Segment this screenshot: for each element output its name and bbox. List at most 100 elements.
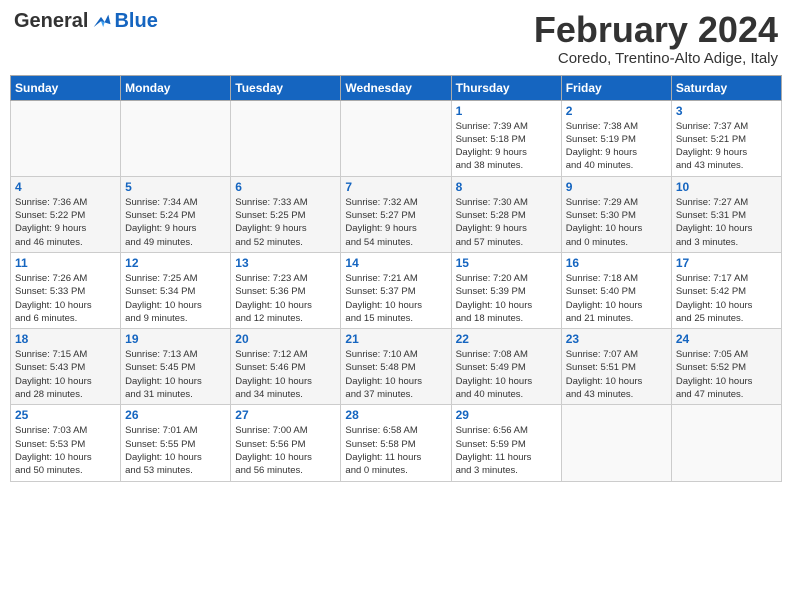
calendar-day-cell: 1 Sunrise: 7:39 AM Sunset: 5:18 PM Daylig… — [451, 100, 561, 176]
calendar-day-cell: 13 Sunrise: 7:23 AM Sunset: 5:36 PM Dayli… — [231, 252, 341, 328]
day-number: 10 — [676, 180, 777, 194]
day-info: Sunrise: 7:12 AM Sunset: 5:46 PM Dayligh… — [235, 348, 336, 401]
calendar-day-cell: 3Sunrise: 7:37 AM Sunset: 5:21 PM Daylig… — [671, 100, 781, 176]
calendar-day-cell: 25 Sunrise: 7:03 AM Sunset: 5:53 PM Dayli… — [11, 405, 121, 481]
day-number: 11 — [15, 256, 116, 270]
day-number: 14 — [345, 256, 446, 270]
day-number: 6 — [235, 180, 336, 194]
calendar-table: SundayMondayTuesdayWednesdayThursdayFrid… — [10, 75, 782, 482]
day-number: 18 — [15, 332, 116, 346]
day-info: Sunrise: 7:00 AM Sunset: 5:56 PM Dayligh… — [235, 424, 336, 477]
calendar-day-cell: 5Sunrise: 7:34 AM Sunset: 5:24 PM Daylig… — [121, 176, 231, 252]
calendar-week-row: 1 Sunrise: 7:39 AM Sunset: 5:18 PM Daylig… — [11, 100, 782, 176]
calendar-day-cell: 17 Sunrise: 7:17 AM Sunset: 5:42 PM Dayli… — [671, 252, 781, 328]
day-info: Sunrise: 7:26 AM Sunset: 5:33 PM Dayligh… — [15, 272, 116, 325]
calendar-day-cell: 23 Sunrise: 7:07 AM Sunset: 5:51 PM Dayli… — [561, 329, 671, 405]
calendar-day-cell: 28Sunrise: 6:58 AM Sunset: 5:58 PM Dayli… — [341, 405, 451, 481]
day-number: 1 — [456, 104, 557, 118]
calendar-header-row: SundayMondayTuesdayWednesdayThursdayFrid… — [11, 75, 782, 100]
weekday-header: Thursday — [451, 75, 561, 100]
calendar-day-cell: 6 Sunrise: 7:33 AM Sunset: 5:25 PM Daylig… — [231, 176, 341, 252]
calendar-day-cell: 18 Sunrise: 7:15 AM Sunset: 5:43 PM Dayli… — [11, 329, 121, 405]
weekday-header: Wednesday — [341, 75, 451, 100]
calendar-day-cell: 12 Sunrise: 7:25 AM Sunset: 5:34 PM Dayli… — [121, 252, 231, 328]
calendar-day-cell: 11 Sunrise: 7:26 AM Sunset: 5:33 PM Dayli… — [11, 252, 121, 328]
weekday-header: Tuesday — [231, 75, 341, 100]
day-info: Sunrise: 7:33 AM Sunset: 5:25 PM Dayligh… — [235, 196, 336, 249]
day-info: Sunrise: 7:17 AM Sunset: 5:42 PM Dayligh… — [676, 272, 777, 325]
day-info: Sunrise: 7:27 AM Sunset: 5:31 PM Dayligh… — [676, 196, 777, 249]
day-number: 17 — [676, 256, 777, 270]
calendar-day-cell: 7Sunrise: 7:32 AM Sunset: 5:27 PM Daylig… — [341, 176, 451, 252]
day-number: 2 — [566, 104, 667, 118]
day-number: 22 — [456, 332, 557, 346]
day-number: 16 — [566, 256, 667, 270]
calendar-week-row: 25 Sunrise: 7:03 AM Sunset: 5:53 PM Dayli… — [11, 405, 782, 481]
day-number: 8 — [456, 180, 557, 194]
day-info: Sunrise: 7:18 AM Sunset: 5:40 PM Dayligh… — [566, 272, 667, 325]
day-info: Sunrise: 7:32 AM Sunset: 5:27 PM Dayligh… — [345, 196, 446, 249]
calendar-day-cell — [121, 100, 231, 176]
calendar-day-cell — [231, 100, 341, 176]
day-info: Sunrise: 7:38 AM Sunset: 5:19 PM Dayligh… — [566, 120, 667, 173]
day-number: 29 — [456, 408, 557, 422]
logo: General Blue — [14, 10, 158, 33]
calendar-day-cell: 2 Sunrise: 7:38 AM Sunset: 5:19 PM Daylig… — [561, 100, 671, 176]
calendar-week-row: 4 Sunrise: 7:36 AM Sunset: 5:22 PM Daylig… — [11, 176, 782, 252]
day-info: Sunrise: 7:03 AM Sunset: 5:53 PM Dayligh… — [15, 424, 116, 477]
calendar-day-cell: 8Sunrise: 7:30 AM Sunset: 5:28 PM Daylig… — [451, 176, 561, 252]
calendar-day-cell: 26 Sunrise: 7:01 AM Sunset: 5:55 PM Dayli… — [121, 405, 231, 481]
calendar-week-row: 18 Sunrise: 7:15 AM Sunset: 5:43 PM Dayli… — [11, 329, 782, 405]
weekday-header: Saturday — [671, 75, 781, 100]
day-info: Sunrise: 7:36 AM Sunset: 5:22 PM Dayligh… — [15, 196, 116, 249]
day-info: Sunrise: 7:13 AM Sunset: 5:45 PM Dayligh… — [125, 348, 226, 401]
calendar-day-cell — [561, 405, 671, 481]
calendar-day-cell: 4 Sunrise: 7:36 AM Sunset: 5:22 PM Daylig… — [11, 176, 121, 252]
page-location: Coredo, Trentino-Alto Adige, Italy — [534, 50, 778, 67]
day-info: Sunrise: 7:23 AM Sunset: 5:36 PM Dayligh… — [235, 272, 336, 325]
day-number: 19 — [125, 332, 226, 346]
logo-bird-icon — [90, 11, 112, 33]
page-title: February 2024 — [534, 10, 778, 50]
day-number: 13 — [235, 256, 336, 270]
title-block: February 2024 Coredo, Trentino-Alto Adig… — [534, 10, 778, 67]
day-number: 21 — [345, 332, 446, 346]
day-number: 5 — [125, 180, 226, 194]
day-number: 9 — [566, 180, 667, 194]
calendar-day-cell — [671, 405, 781, 481]
day-number: 24 — [676, 332, 777, 346]
day-number: 15 — [456, 256, 557, 270]
day-info: Sunrise: 7:07 AM Sunset: 5:51 PM Dayligh… — [566, 348, 667, 401]
day-number: 26 — [125, 408, 226, 422]
day-info: Sunrise: 7:39 AM Sunset: 5:18 PM Dayligh… — [456, 120, 557, 173]
calendar-day-cell: 27 Sunrise: 7:00 AM Sunset: 5:56 PM Dayli… — [231, 405, 341, 481]
calendar-day-cell: 14Sunrise: 7:21 AM Sunset: 5:37 PM Dayli… — [341, 252, 451, 328]
calendar-day-cell: 9Sunrise: 7:29 AM Sunset: 5:30 PM Daylig… — [561, 176, 671, 252]
logo-general: General — [14, 10, 88, 33]
weekday-header: Friday — [561, 75, 671, 100]
day-number: 27 — [235, 408, 336, 422]
day-number: 4 — [15, 180, 116, 194]
day-number: 20 — [235, 332, 336, 346]
day-number: 28 — [345, 408, 446, 422]
logo-blue: Blue — [114, 10, 157, 32]
calendar-day-cell: 20 Sunrise: 7:12 AM Sunset: 5:46 PM Dayli… — [231, 329, 341, 405]
calendar-day-cell: 10 Sunrise: 7:27 AM Sunset: 5:31 PM Dayli… — [671, 176, 781, 252]
calendar-day-cell: 22Sunrise: 7:08 AM Sunset: 5:49 PM Dayli… — [451, 329, 561, 405]
day-info: Sunrise: 7:15 AM Sunset: 5:43 PM Dayligh… — [15, 348, 116, 401]
day-info: Sunrise: 7:01 AM Sunset: 5:55 PM Dayligh… — [125, 424, 226, 477]
day-info: Sunrise: 7:05 AM Sunset: 5:52 PM Dayligh… — [676, 348, 777, 401]
weekday-header: Monday — [121, 75, 231, 100]
calendar-day-cell: 15Sunrise: 7:20 AM Sunset: 5:39 PM Dayli… — [451, 252, 561, 328]
day-info: Sunrise: 6:56 AM Sunset: 5:59 PM Dayligh… — [456, 424, 557, 477]
calendar-week-row: 11 Sunrise: 7:26 AM Sunset: 5:33 PM Dayli… — [11, 252, 782, 328]
day-number: 23 — [566, 332, 667, 346]
calendar-day-cell: 21 Sunrise: 7:10 AM Sunset: 5:48 PM Dayli… — [341, 329, 451, 405]
day-number: 25 — [15, 408, 116, 422]
day-info: Sunrise: 7:25 AM Sunset: 5:34 PM Dayligh… — [125, 272, 226, 325]
day-number: 12 — [125, 256, 226, 270]
day-info: Sunrise: 7:10 AM Sunset: 5:48 PM Dayligh… — [345, 348, 446, 401]
calendar-day-cell — [341, 100, 451, 176]
page-header: General Blue February 2024 Coredo, Trent… — [10, 10, 782, 67]
calendar-day-cell: 24 Sunrise: 7:05 AM Sunset: 5:52 PM Dayli… — [671, 329, 781, 405]
